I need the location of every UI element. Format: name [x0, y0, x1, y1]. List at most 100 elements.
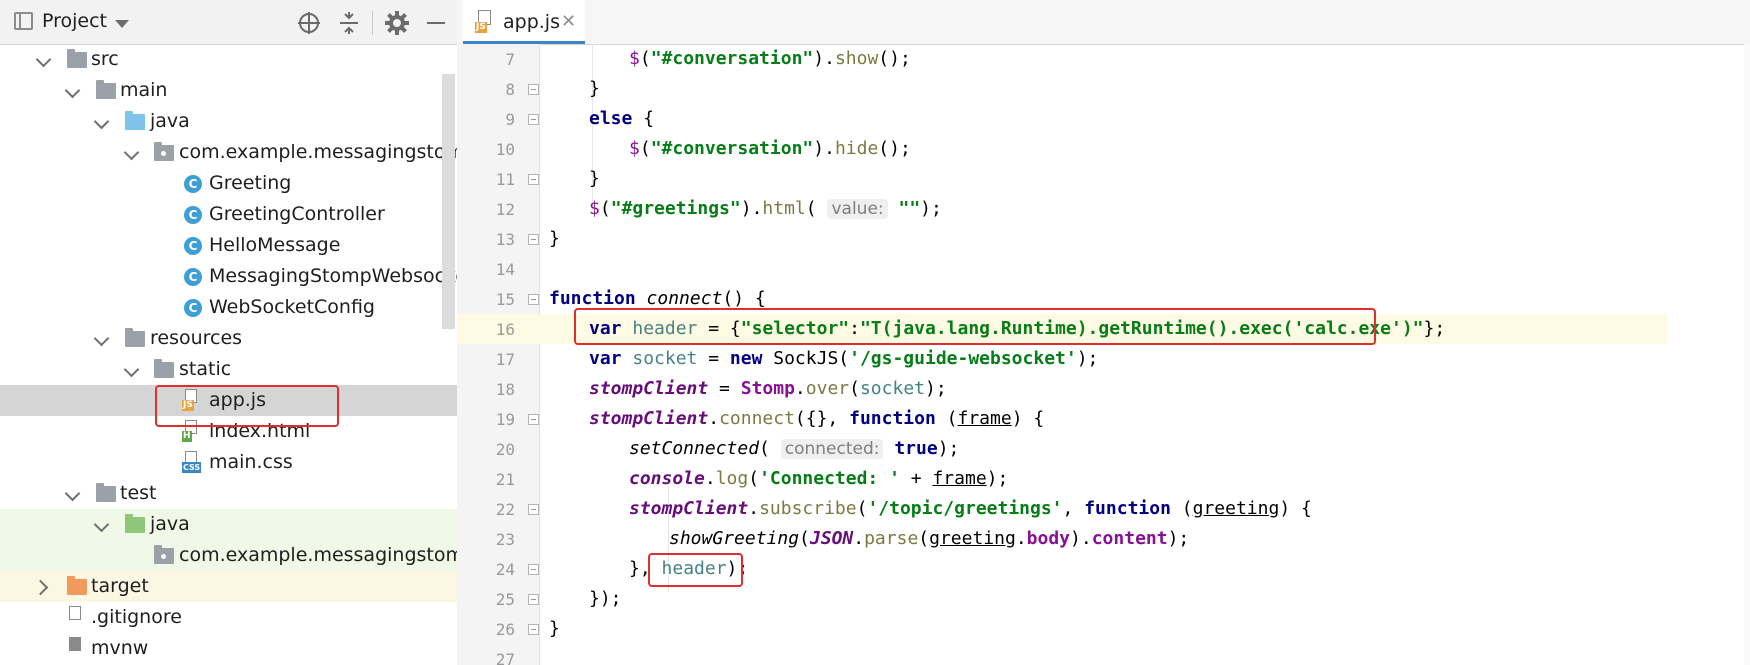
- fold-icon[interactable]: [528, 504, 539, 515]
- tree-item-websocket-config[interactable]: C WebSocketConfig: [0, 292, 457, 323]
- tree-item-hello-message[interactable]: C HelloMessage: [0, 230, 457, 261]
- target-icon[interactable]: [296, 10, 322, 36]
- fold-icon[interactable]: [528, 294, 539, 305]
- application-class-icon: C: [184, 268, 202, 286]
- fold-icon[interactable]: [528, 84, 539, 95]
- tree-item-label: src: [91, 48, 119, 70]
- tree-item-label: main.css: [209, 451, 293, 473]
- fold-icon[interactable]: [528, 114, 539, 125]
- close-icon[interactable]: ✕: [561, 11, 576, 32]
- class-icon: C: [184, 206, 202, 224]
- package-icon: [154, 545, 174, 564]
- code-line: 21 console.log('Connected: ' + frame);: [457, 464, 1667, 494]
- chevron-down-icon[interactable]: [64, 485, 81, 502]
- collapse-icon[interactable]: [336, 10, 362, 36]
- tab-label: app.js: [503, 11, 560, 33]
- class-icon: C: [184, 237, 202, 255]
- line-number: 26: [495, 620, 515, 639]
- tree-item-label: HelloMessage: [209, 234, 341, 256]
- tree-item-label: target: [91, 575, 149, 597]
- fold-icon[interactable]: [528, 174, 539, 185]
- code-text: function connect() {: [549, 288, 766, 309]
- fold-icon[interactable]: [528, 624, 539, 635]
- tree-item-main-css[interactable]: CSS main.css: [0, 447, 457, 478]
- tree-item-mvnw[interactable]: mvnw: [0, 633, 457, 664]
- chevron-down-icon[interactable]: [35, 51, 52, 68]
- line-number: 19: [495, 410, 515, 429]
- code-text: $("#greetings").html( value: "");: [589, 198, 942, 219]
- tree-item-java[interactable]: java: [0, 106, 457, 137]
- code-line: 9 else {: [457, 104, 1667, 134]
- fold-icon[interactable]: [528, 594, 539, 605]
- line-number: 17: [495, 350, 515, 369]
- code-line: 23 showGreeting(JSON.parse(greeting.body…: [457, 524, 1667, 554]
- fold-icon[interactable]: [528, 564, 539, 575]
- code-text: var socket = new SockJS('/gs-guide-webso…: [589, 348, 1099, 369]
- tree-item-resources[interactable]: resources: [0, 323, 457, 354]
- tree-item-label: .gitignore: [91, 606, 182, 628]
- line-number: 21: [495, 470, 515, 489]
- code-line: 24 }, header);: [457, 554, 1667, 584]
- tab-app-js[interactable]: JS app.js ✕: [463, 0, 585, 44]
- folder-icon: [154, 359, 174, 378]
- test-folder-icon: [125, 514, 145, 533]
- tree-item-label: com.example.messagingstompw: [179, 141, 457, 163]
- fold-icon[interactable]: [528, 234, 539, 245]
- folder-icon: [96, 80, 116, 99]
- code-line: 17 var socket = new SockJS('/gs-guide-we…: [457, 344, 1667, 374]
- css-file-icon: CSS: [182, 451, 202, 473]
- project-panel-title[interactable]: Project: [42, 10, 107, 32]
- chevron-down-icon[interactable]: [123, 144, 140, 161]
- class-icon: C: [184, 175, 202, 193]
- tree-item-test-java[interactable]: java: [0, 509, 457, 540]
- folder-icon: [67, 49, 87, 68]
- tree-item-static[interactable]: static: [0, 354, 457, 385]
- chevron-down-icon[interactable]: [93, 113, 110, 130]
- tree-item-label: WebSocketConfig: [209, 296, 375, 318]
- tree-item-greeting[interactable]: C Greeting: [0, 168, 457, 199]
- minimize-icon[interactable]: [423, 10, 449, 36]
- line-number: 13: [495, 230, 515, 249]
- gear-icon[interactable]: [384, 10, 410, 36]
- parameter-hint: value:: [827, 199, 888, 219]
- chevron-down-icon[interactable]: [64, 82, 81, 99]
- chevron-down-icon[interactable]: [115, 20, 129, 28]
- tree-item-label: java: [150, 110, 190, 132]
- chevron-down-icon[interactable]: [93, 330, 110, 347]
- code-text: stompClient.subscribe('/topic/greetings'…: [629, 498, 1312, 519]
- chevron-down-icon[interactable]: [93, 516, 110, 533]
- tree-item-main[interactable]: main: [0, 75, 457, 106]
- project-folder-icon: [14, 12, 33, 30]
- tree-item-target[interactable]: target: [0, 571, 457, 602]
- line-number: 10: [495, 140, 515, 159]
- tree-item-label: static: [179, 358, 232, 380]
- tree-item-src[interactable]: src: [0, 44, 457, 75]
- chevron-right-icon[interactable]: [32, 579, 49, 596]
- package-icon: [154, 142, 174, 161]
- line-number: 12: [495, 200, 515, 219]
- highlight-box-header-line: [574, 308, 1376, 345]
- code-text: }: [589, 78, 600, 99]
- editor-scrollbar[interactable]: [1744, 44, 1750, 665]
- chevron-down-icon[interactable]: [123, 361, 140, 378]
- code-text: }: [549, 228, 560, 249]
- code-text: console.log('Connected: ' + frame);: [629, 468, 1009, 489]
- line-number: 9: [505, 110, 515, 129]
- code-line: 8 }: [457, 74, 1667, 104]
- tree-item-test-package[interactable]: com.example.messagingstompw: [0, 540, 457, 571]
- editor-tab-bar: JS app.js ✕: [457, 0, 1750, 45]
- tree-item-greeting-controller[interactable]: C GreetingController: [0, 199, 457, 230]
- code-line: 19 stompClient.connect({}, function (fra…: [457, 404, 1667, 434]
- tree-item-label: resources: [150, 327, 243, 349]
- code-text: stompClient.connect({}, function (frame)…: [589, 408, 1045, 429]
- fold-icon[interactable]: [528, 414, 539, 425]
- line-number: 23: [495, 530, 515, 549]
- tree-item-gitignore[interactable]: .gitignore: [0, 602, 457, 633]
- tree-item-messaging-stomp-websocket[interactable]: C MessagingStompWebsocket: [0, 261, 457, 292]
- tree-item-package[interactable]: com.example.messagingstompw: [0, 137, 457, 168]
- project-panel: Project src main java com.example.messag…: [0, 0, 458, 665]
- tree-item-label: test: [120, 482, 157, 504]
- project-scrollbar[interactable]: [442, 74, 455, 329]
- tree-item-test[interactable]: test: [0, 478, 457, 509]
- text-file-icon: [66, 606, 82, 628]
